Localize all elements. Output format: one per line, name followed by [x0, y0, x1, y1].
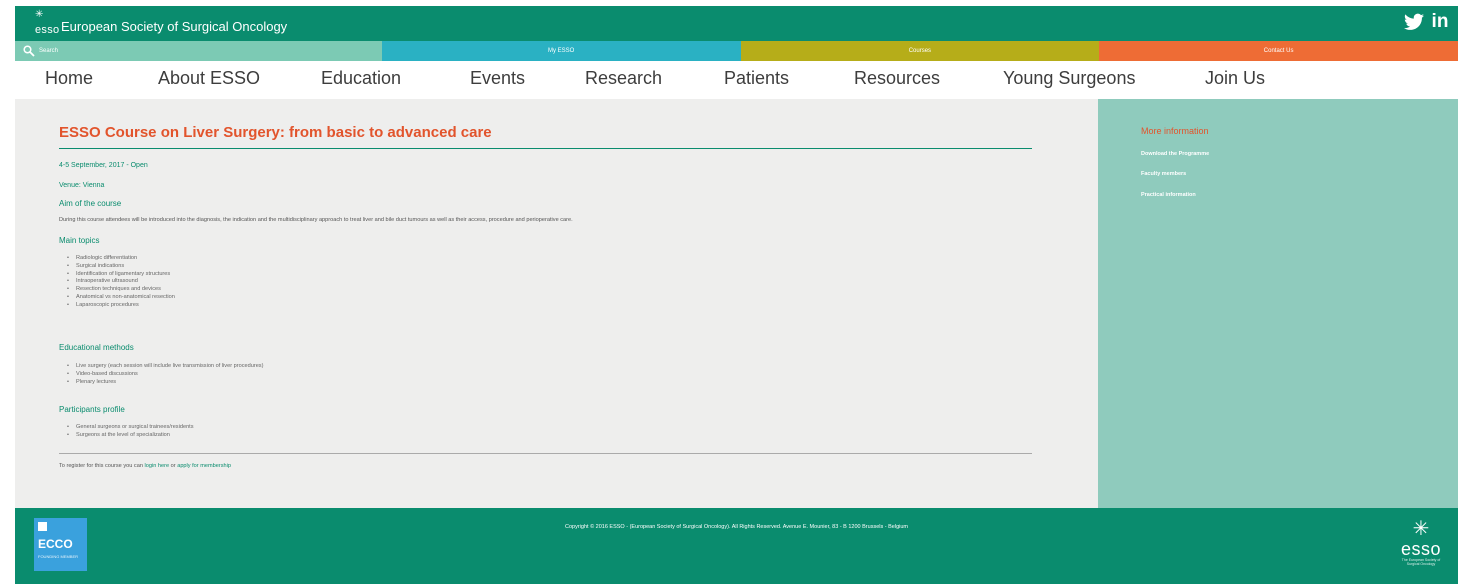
list-item: Video-based discussions — [67, 371, 263, 379]
list-item: Anatomical vs non-anatomical resection — [67, 294, 175, 302]
aim-heading: Aim of the course — [59, 199, 122, 208]
brand[interactable]: ✳ esso European Society of Surgical Onco… — [35, 9, 288, 36]
search-icon — [23, 45, 35, 57]
sidebar-link-faculty[interactable]: Faculty members — [1141, 171, 1186, 178]
register-or: or — [170, 463, 176, 469]
list-item: Plenary lectures — [67, 379, 263, 387]
nav-item-research[interactable]: Research — [585, 67, 662, 89]
nav-item-education[interactable]: Education — [321, 67, 401, 89]
twitter-icon[interactable] — [1404, 12, 1424, 32]
methods-list: Live surgery (each session will include … — [67, 363, 263, 386]
course-date: 4-5 September, 2017 - Open — [59, 162, 148, 169]
nav-item-resources[interactable]: Resources — [854, 67, 940, 89]
search-input[interactable]: Search — [15, 41, 382, 61]
profile-list: General surgeons or surgical trainees/re… — [67, 424, 194, 440]
linkedin-icon[interactable]: in — [1430, 12, 1450, 32]
register-note: To register for this course you can logi… — [59, 463, 231, 470]
topics-list: Radiologic differentiation Surgical indi… — [67, 255, 175, 310]
sidebar-link-practical[interactable]: Practical information — [1141, 192, 1196, 199]
sidebar-link-programme[interactable]: Download the Programme — [1141, 151, 1209, 158]
nav-item-about-esso[interactable]: About ESSO — [158, 67, 260, 89]
footer-esso-logo[interactable]: ✳ esso The European Society of Surgical … — [1396, 518, 1446, 578]
main-content: ESSO Course on Liver Surgery: from basic… — [15, 99, 1098, 508]
footer-esso-logo-subtitle: The European Society of Surgical Oncolog… — [1401, 558, 1441, 566]
nav-item-patients[interactable]: Patients — [724, 67, 789, 89]
list-item: Surgical indications — [67, 263, 175, 271]
footer-esso-logo-text: esso — [1400, 539, 1442, 559]
search-placeholder: Search — [39, 48, 59, 54]
sidebar-title: More information — [1141, 126, 1209, 136]
brand-name: European Society of Surgical Oncology — [61, 19, 288, 34]
page-title: ESSO Course on Liver Surgery: from basic… — [59, 124, 492, 141]
contact-us-link[interactable]: Contact Us — [1099, 41, 1458, 61]
ecco-logo-subtitle: FOUNDING MEMBER — [38, 554, 78, 559]
register-prefix: To register for this course you can — [59, 463, 143, 469]
my-esso-link[interactable]: My ESSO — [381, 41, 741, 61]
copyright-text: Copyright © 2016 ESSO - (European Societ… — [565, 524, 908, 530]
esso-logo: ✳ esso — [35, 9, 60, 36]
apply-membership-link[interactable]: apply for membership — [177, 463, 231, 469]
list-item: General surgeons or surgical trainees/re… — [67, 424, 194, 432]
esso-logo-text: esso — [35, 24, 60, 36]
content-divider — [59, 453, 1032, 454]
nav-item-young-surgeons[interactable]: Young Surgeons — [1003, 67, 1135, 89]
top-bar: ✳ esso European Society of Surgical Onco… — [15, 6, 1458, 41]
nav-item-home[interactable]: Home — [45, 67, 93, 89]
esso-star-icon: ✳ — [1412, 518, 1430, 540]
list-item: Radiologic differentiation — [67, 255, 175, 263]
footer: ECCO FOUNDING MEMBER Copyright © 2016 ES… — [15, 508, 1458, 584]
main-nav: Home About ESSO Education Events Researc… — [15, 61, 1458, 99]
methods-heading: Educational methods — [59, 343, 134, 352]
profile-heading: Participants profile — [59, 405, 125, 414]
list-item: Live surgery (each session will include … — [67, 363, 263, 371]
list-item: Laparoscopic procedures — [67, 302, 175, 310]
nav-item-join-us[interactable]: Join Us — [1205, 67, 1265, 89]
list-item: Identification of ligamentary structures — [67, 271, 175, 279]
topics-heading: Main topics — [59, 236, 100, 245]
esso-star-icon: ✳ — [35, 9, 44, 20]
title-divider — [59, 148, 1032, 149]
aim-text: During this course attendees will be int… — [59, 217, 573, 223]
social-links: in — [1404, 12, 1450, 32]
list-item: Surgeons at the level of specialization — [67, 432, 194, 440]
sidebar: More information Download the Programme … — [1098, 99, 1458, 508]
list-item: Resection techniques and devices — [67, 286, 175, 294]
nav-item-events[interactable]: Events — [470, 67, 525, 89]
course-venue: Venue: Vienna — [59, 182, 105, 189]
quick-links-strip: Search My ESSO Courses Contact Us — [15, 41, 1458, 61]
list-item: Intraoperative ultrasound — [67, 278, 175, 286]
courses-link[interactable]: Courses — [740, 41, 1100, 61]
login-link[interactable]: login here — [145, 463, 170, 469]
ecco-logo-text: ECCO — [38, 537, 73, 551]
